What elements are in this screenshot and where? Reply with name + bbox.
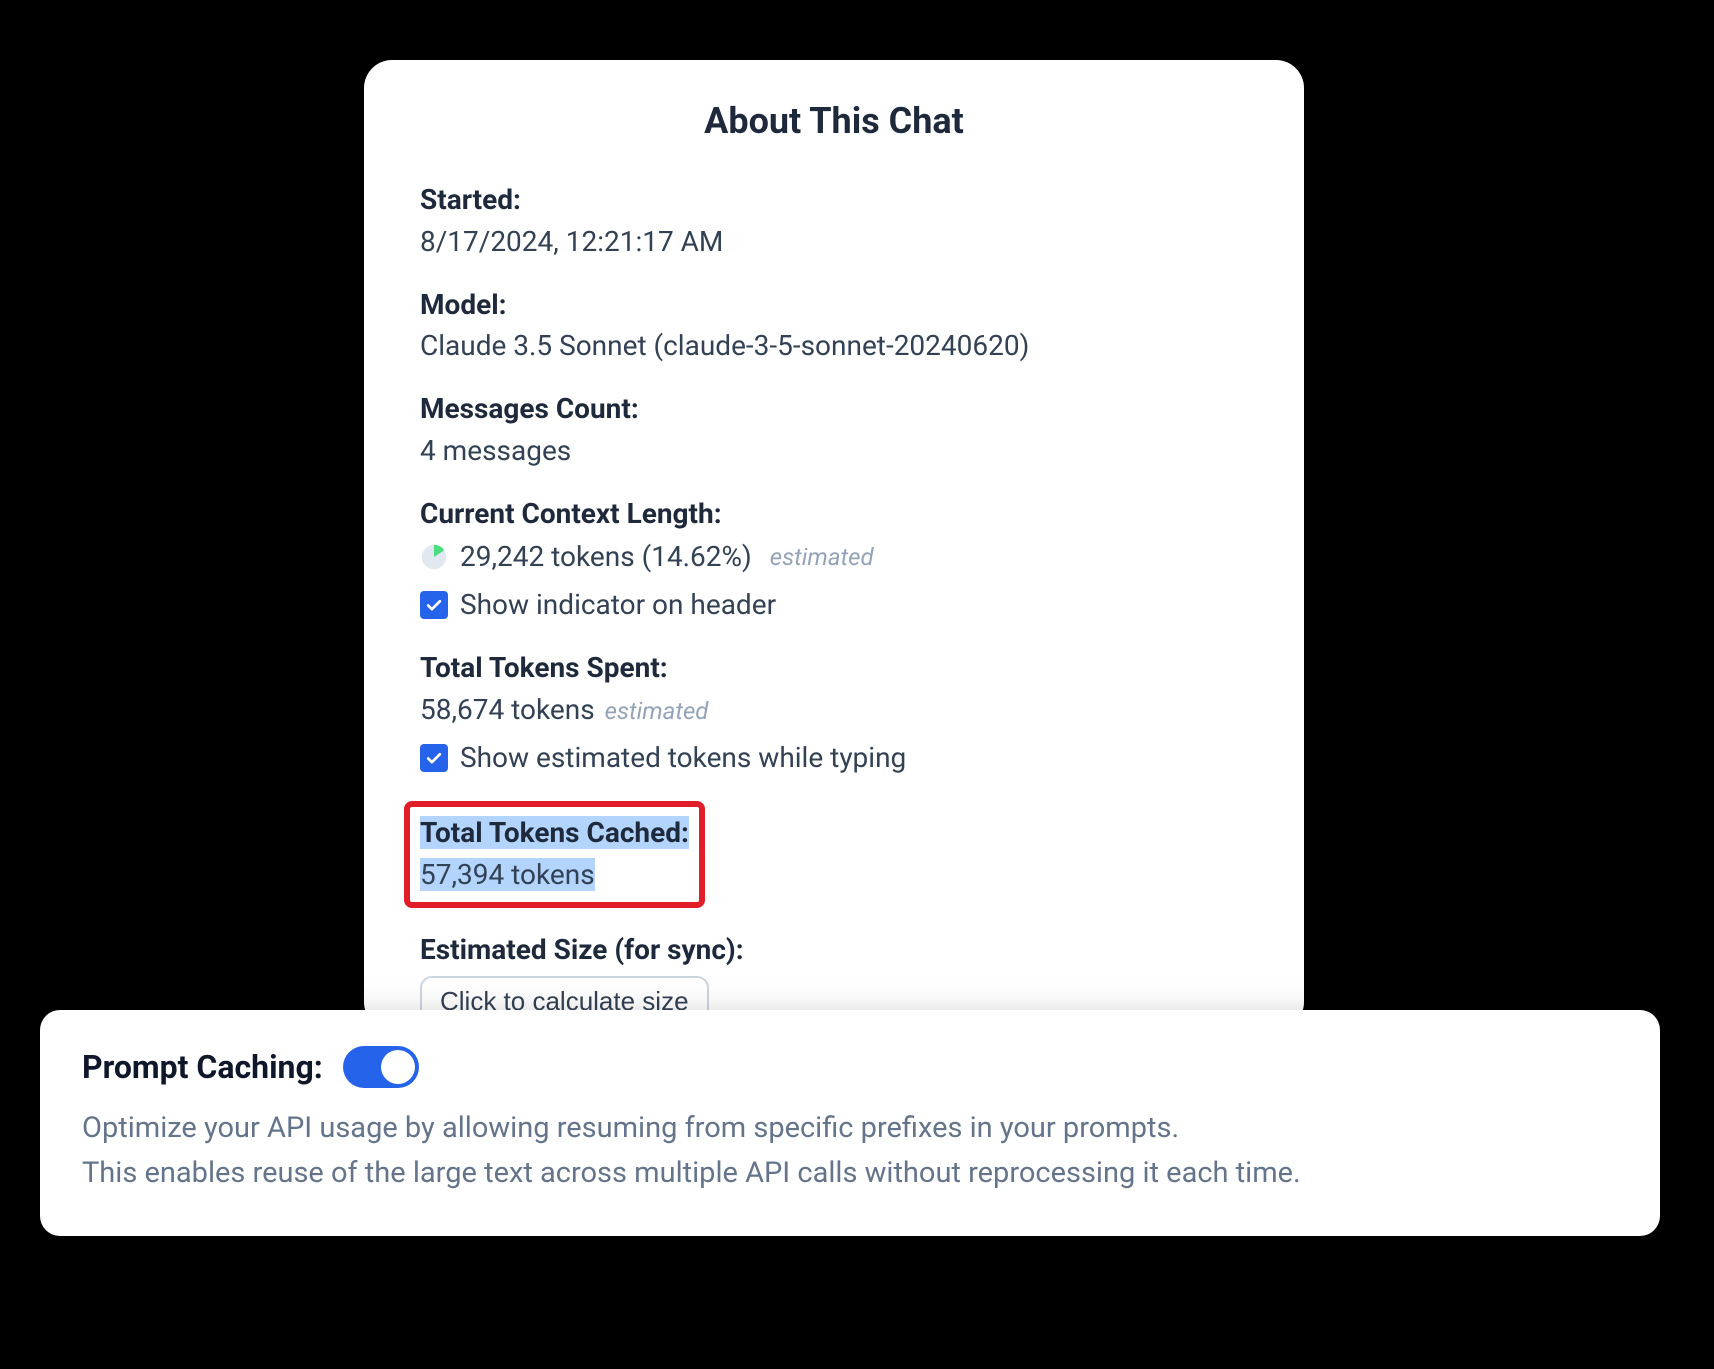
estimated-size-label: Estimated Size (for sync): bbox=[420, 930, 1248, 971]
tokens-spent-field: Total Tokens Spent: 58,674 tokens estima… bbox=[420, 648, 1248, 779]
messages-count-value: 4 messages bbox=[420, 430, 1248, 472]
context-length-value: 29,242 tokens (14.62%) bbox=[460, 536, 752, 578]
tokens-cached-value: 57,394 tokens bbox=[420, 854, 689, 896]
prompt-caching-label: Prompt Caching: bbox=[82, 1048, 323, 1086]
started-field: Started: 8/17/2024, 12:21:17 AM bbox=[420, 180, 1248, 263]
context-pie-icon bbox=[420, 543, 448, 571]
about-chat-modal: About This Chat Started: 8/17/2024, 12:2… bbox=[364, 60, 1304, 1030]
prompt-caching-description-1: Optimize your API usage by allowing resu… bbox=[82, 1106, 1618, 1151]
show-indicator-checkbox[interactable] bbox=[420, 591, 448, 619]
show-estimated-typing-checkbox[interactable] bbox=[420, 744, 448, 772]
show-indicator-label: Show indicator on header bbox=[460, 584, 776, 626]
messages-count-field: Messages Count: 4 messages bbox=[420, 389, 1248, 472]
prompt-caching-card: Prompt Caching: Optimize your API usage … bbox=[40, 1010, 1660, 1236]
messages-count-label: Messages Count: bbox=[420, 389, 1248, 430]
modal-title: About This Chat bbox=[420, 100, 1248, 142]
context-estimated-tag: estimated bbox=[770, 543, 874, 571]
tokens-spent-estimated-tag: estimated bbox=[605, 697, 709, 725]
prompt-caching-description-2: This enables reuse of the large text acr… bbox=[82, 1151, 1618, 1196]
tokens-spent-label: Total Tokens Spent: bbox=[420, 648, 1248, 689]
prompt-caching-toggle[interactable] bbox=[343, 1046, 419, 1088]
model-label: Model: bbox=[420, 285, 1248, 326]
started-label: Started: bbox=[420, 180, 1248, 221]
model-field: Model: Claude 3.5 Sonnet (claude-3-5-son… bbox=[420, 285, 1248, 368]
context-length-label: Current Context Length: bbox=[420, 494, 1248, 535]
tokens-cached-field: Total Tokens Cached: 57,394 tokens bbox=[420, 801, 1248, 908]
tokens-spent-value: 58,674 tokens bbox=[420, 693, 595, 726]
tokens-cached-label: Total Tokens Cached: bbox=[420, 813, 689, 854]
toggle-knob bbox=[381, 1050, 415, 1084]
tokens-cached-highlight: Total Tokens Cached: 57,394 tokens bbox=[404, 801, 705, 908]
context-length-field: Current Context Length: 29,242 tokens (1… bbox=[420, 494, 1248, 627]
model-value: Claude 3.5 Sonnet (claude-3-5-sonnet-202… bbox=[420, 325, 1248, 367]
started-value: 8/17/2024, 12:21:17 AM bbox=[420, 221, 1248, 263]
show-estimated-typing-label: Show estimated tokens while typing bbox=[460, 737, 906, 779]
